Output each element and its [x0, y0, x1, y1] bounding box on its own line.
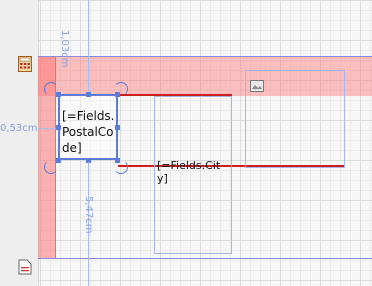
- resize-handle-top[interactable]: [86, 92, 91, 97]
- postal-code-textbox[interactable]: [=Fields.PostalCode]: [58, 94, 118, 160]
- dimension-label-top: 1,03cm: [59, 30, 70, 68]
- city-textbox[interactable]: [=Fields.City]: [154, 96, 232, 254]
- city-textbox-label: [=Fields.City]: [157, 159, 221, 185]
- corner-arc-top-left: [44, 82, 58, 96]
- corner-arc-top-right: [114, 82, 128, 96]
- document-icon[interactable]: [18, 259, 32, 279]
- corner-arc-bottom-right: [114, 160, 128, 174]
- dimension-label-bottom: 5,47cm: [83, 196, 94, 234]
- postal-code-textbox-label: [=Fields.PostalCode]: [62, 109, 115, 155]
- dimension-label-left: 0,53cm: [0, 123, 38, 134]
- dimension-line-top: [88, 0, 89, 92]
- dimension-line-left: [38, 128, 56, 129]
- picture-icon: [250, 77, 264, 96]
- corner-arc-bottom-left: [44, 160, 58, 174]
- resize-handle-left[interactable]: [56, 125, 61, 130]
- resize-handle-right[interactable]: [115, 125, 120, 130]
- calculator-icon[interactable]: [18, 56, 32, 76]
- band-gutter: [0, 0, 39, 286]
